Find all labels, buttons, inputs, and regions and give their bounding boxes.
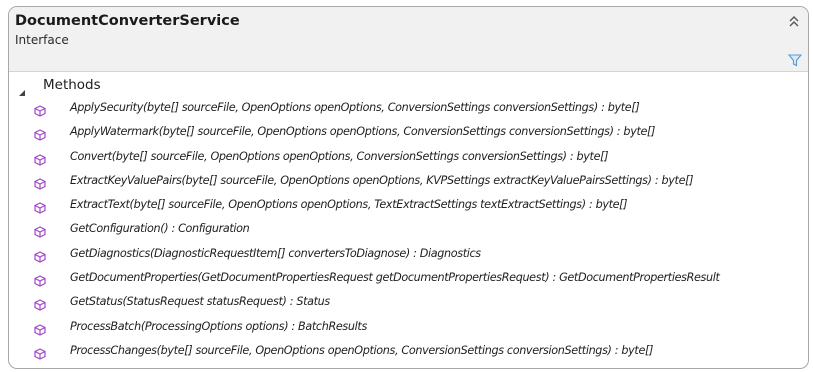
method-signature: ExtractText(byte[] sourceFile, OpenOptio… — [70, 198, 628, 212]
method-item[interactable]: Convert(byte[] sourceFile, OpenOptions o… — [9, 149, 808, 173]
expanded-triangle-icon[interactable] — [18, 82, 26, 96]
method-cube-icon — [34, 199, 46, 214]
method-cube-icon — [34, 126, 46, 141]
method-cube-icon — [34, 248, 46, 263]
method-cube-icon — [34, 223, 46, 239]
method-cube-icon — [34, 272, 46, 287]
methods-list: ApplySecurity(byte[] sourceFile, OpenOpt… — [9, 100, 808, 367]
double-chevron-up-icon[interactable] — [785, 13, 803, 31]
method-signature: GetDocumentProperties(GetDocumentPropert… — [70, 271, 720, 285]
method-signature: GetStatus(StatusRequest statusRequest) :… — [70, 295, 330, 309]
interface-title: DocumentConverterService — [15, 13, 240, 29]
methods-section-title: Methods — [43, 77, 101, 93]
method-signature: Convert(byte[] sourceFile, OpenOptions o… — [70, 149, 609, 163]
method-cube-icon — [34, 151, 46, 166]
method-cube-icon — [34, 296, 46, 312]
method-signature: ApplyWatermark(byte[] sourceFile, OpenOp… — [70, 125, 656, 139]
method-item[interactable]: ProcessChanges(byte[] sourceFile, OpenOp… — [9, 343, 808, 367]
methods-section-header[interactable]: Methods — [9, 74, 808, 96]
interface-shape[interactable]: DocumentConverterService Interface Metho… — [8, 6, 809, 369]
method-signature: ProcessBatch(ProcessingOptions options) … — [70, 319, 367, 333]
interface-stereotype: Interface — [15, 33, 69, 47]
method-signature: ApplySecurity(byte[] sourceFile, OpenOpt… — [70, 101, 640, 114]
method-item[interactable]: ProcessBatch(ProcessingOptions options) … — [9, 319, 808, 343]
method-cube-icon — [34, 321, 46, 336]
method-item[interactable]: GetConfiguration() : Configuration — [9, 221, 808, 245]
method-item[interactable]: ExtractText(byte[] sourceFile, OpenOptio… — [9, 197, 808, 221]
method-item[interactable]: ApplyWatermark(byte[] sourceFile, OpenOp… — [9, 124, 808, 148]
method-signature: GetDiagnostics(DiagnosticRequestItem[] c… — [70, 246, 481, 260]
filter-icon[interactable] — [787, 52, 803, 68]
method-item[interactable]: GetDiagnostics(DiagnosticRequestItem[] c… — [9, 246, 808, 270]
method-item[interactable]: GetDocumentProperties(GetDocumentPropert… — [9, 270, 808, 294]
method-item[interactable]: ExtractKeyValuePairs(byte[] sourceFile, … — [9, 173, 808, 197]
method-item[interactable]: GetStatus(StatusRequest statusRequest) :… — [9, 294, 808, 318]
shape-header: DocumentConverterService Interface — [9, 7, 808, 72]
method-cube-icon — [34, 175, 46, 190]
method-cube-icon — [34, 102, 46, 117]
method-item[interactable]: ApplySecurity(byte[] sourceFile, OpenOpt… — [9, 100, 808, 124]
method-signature: GetConfiguration() : Configuration — [70, 222, 250, 236]
method-signature: ExtractKeyValuePairs(byte[] sourceFile, … — [70, 173, 694, 187]
method-signature: ProcessChanges(byte[] sourceFile, OpenOp… — [70, 343, 654, 357]
method-cube-icon — [34, 345, 46, 360]
